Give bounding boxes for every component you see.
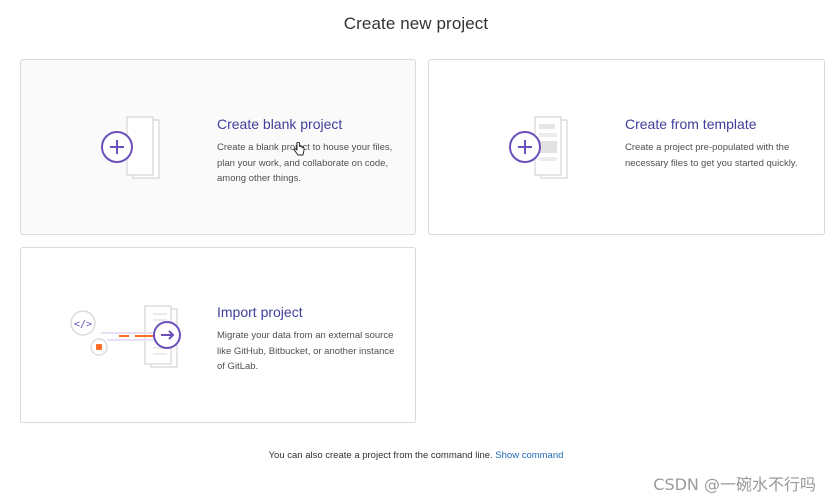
create-blank-project-card[interactable]: Create blank project Create a blank proj… — [20, 59, 416, 235]
page-title: Create new project — [343, 14, 489, 33]
show-command-link[interactable]: Show command — [495, 450, 563, 461]
template-document-icon — [509, 116, 568, 179]
card-description: Migrate your data from an external sourc… — [217, 330, 395, 372]
card-description: Create a blank project to house your fil… — [217, 142, 393, 184]
import-document-icon: </> — [70, 305, 181, 368]
create-from-template-card[interactable]: Create from template Create a project pr… — [428, 59, 825, 235]
svg-text:</>: </> — [74, 319, 92, 330]
hand-cursor-icon — [293, 142, 305, 156]
footer-text: You can also create a project from the c… — [268, 450, 493, 461]
watermark: CSDN @一碗水不行吗 — [653, 475, 816, 494]
card-description: Create a project pre-populated with the … — [625, 142, 798, 169]
card-title: Create blank project — [217, 116, 343, 132]
footer: You can also create a project from the c… — [0, 450, 832, 461]
plus-document-icon — [101, 116, 160, 179]
import-project-card[interactable]: </> Import project Migrate your data fro… — [20, 247, 416, 423]
card-title: Import project — [217, 304, 303, 320]
card-title: Create from template — [625, 116, 757, 132]
